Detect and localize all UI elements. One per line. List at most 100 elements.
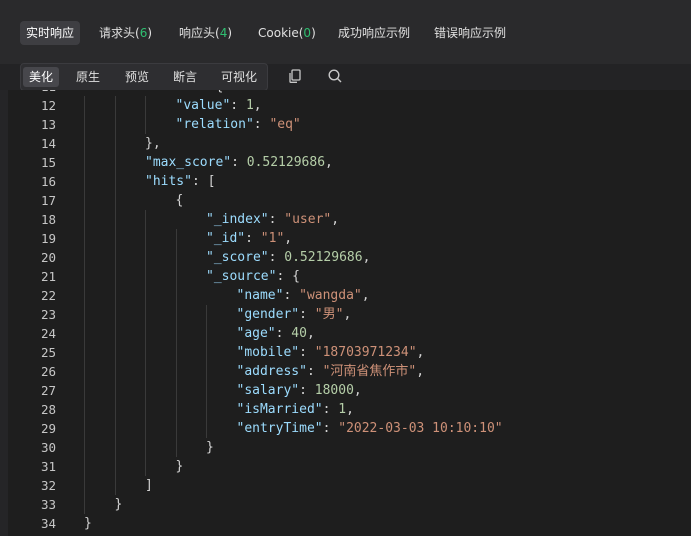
json-punctuation: } [84,516,92,531]
indent-guide [176,229,177,457]
code-line: 17 { [0,191,691,210]
line-number: 19 [40,231,56,246]
tab-response-headers[interactable]: 响应头(4) [173,21,238,45]
json-punctuation: : [299,383,315,398]
json-punctuation: : [322,421,339,436]
code-line: 27 "salary": 18000, [0,381,691,400]
json-punctuation: , [361,288,370,303]
json-key: "salary" [236,383,300,398]
json-punctuation: : [283,288,300,303]
json-key: "gender" [236,307,300,322]
line-number: 18 [40,212,56,227]
json-key: "value" [175,98,231,113]
code-line: 16 "hits": [ [0,172,691,191]
code-text: "salary": 18000, [237,381,362,400]
line-number: 32 [40,478,56,493]
json-punctuation: : [268,250,285,265]
tab-success-example[interactable]: 成功响应示例 [332,21,416,45]
json-punctuation: : [306,364,323,379]
line-number: 16 [40,174,56,189]
code-text: "isMarried": 1, [237,400,354,419]
code-line: 13 "relation": "eq" [0,115,691,134]
json-punctuation: , [346,402,354,417]
json-punctuation: , [362,250,371,265]
json-key: "relation" [175,117,254,132]
code-line: 26 "address": "河南省焦作市", [0,362,691,381]
json-punctuation: : { [276,269,300,284]
json-punctuation: : [299,345,315,360]
line-number: 23 [40,307,56,322]
code-text: } [84,514,92,533]
code-text: } [115,495,123,514]
json-punctuation: : [275,326,292,341]
code-line: 22 "name": "wangda", [0,286,691,305]
json-punctuation: , [325,155,333,170]
json-number: 0.52129686 [284,250,363,265]
code-text: } [206,438,214,457]
json-punctuation: } [206,440,214,455]
json-key: "_source" [206,269,277,284]
json-key: "name" [236,288,284,303]
line-number: 29 [40,421,56,436]
code-text: "value": 1, [176,96,262,115]
indent-guide [206,305,207,438]
search-icon[interactable] [327,68,343,84]
json-key: "_id" [206,231,246,246]
json-punctuation: : [230,98,246,113]
code-text: "name": "wangda", [237,286,370,305]
json-string: "wangda" [299,288,362,303]
view-mode-raw[interactable]: 原生 [70,67,106,87]
view-mode-assert[interactable]: 断言 [167,67,203,87]
code-line: 33} [0,495,691,514]
indent-guide [115,96,116,495]
code-text: "hits": [ [145,172,215,191]
json-key: "hits" [145,174,192,189]
view-mode-visualize[interactable]: 可视化 [215,67,263,87]
line-number: 25 [40,345,56,360]
json-key: "entryTime" [236,421,323,436]
code-line: 24 "age": 40, [0,324,691,343]
tab-cookie[interactable]: Cookie(0) [252,21,322,45]
code-line: 14}, [0,134,691,153]
code-line: 19 "_id": "1", [0,229,691,248]
json-number: 40 [291,326,307,341]
code-text: "gender": "男", [237,305,352,324]
json-string: "2022-03-03 10:10:10" [338,421,503,436]
json-key: "age" [236,326,276,341]
json-punctuation: : [299,307,315,322]
json-number: 1 [338,402,347,417]
line-number: 13 [40,117,56,132]
json-punctuation: , [253,98,262,113]
copy-icon[interactable] [287,68,303,84]
json-key: "_index" [206,212,269,227]
indent-guide [145,210,146,476]
code-text: "address": "河南省焦作市", [237,362,425,381]
json-string: "1" [260,231,285,246]
code-text: "entryTime": "2022-03-03 10:10:10" [237,419,503,438]
view-mode-pretty[interactable]: 美化 [23,67,60,87]
code-text: "_index": "user", [206,210,339,229]
view-mode-preview[interactable]: 预览 [119,67,155,87]
code-text: "_id": "1", [206,229,292,248]
tab-label: 实时响应 [26,26,75,40]
json-punctuation: , [284,231,293,246]
tab-request-headers[interactable]: 请求头(6) [93,21,158,45]
code-line: 34} [0,514,691,533]
line-number: 17 [40,193,56,208]
line-number: 31 [40,459,56,474]
tab-error-example[interactable]: 错误响应示例 [428,21,512,45]
tab-live-response[interactable]: 实时响应 [20,21,81,45]
tab-label: Cookie [258,26,299,40]
code-line: 29 "entryTime": "2022-03-03 10:10:10" [0,419,691,438]
line-number: 27 [40,383,56,398]
code-text: } [176,457,184,476]
line-number: 34 [40,516,56,531]
json-string: "18703971234" [314,345,417,360]
code-line: 23 "gender": "男", [0,305,691,324]
code-line: 25 "mobile": "18703971234", [0,343,691,362]
code-text: ] [145,476,153,495]
json-response-editor[interactable]: 11"total": {12"value": 1,13"relation": "… [0,90,691,536]
json-key: "max_score" [145,155,232,170]
json-key: "isMarried" [236,402,323,417]
json-punctuation: : [322,402,339,417]
